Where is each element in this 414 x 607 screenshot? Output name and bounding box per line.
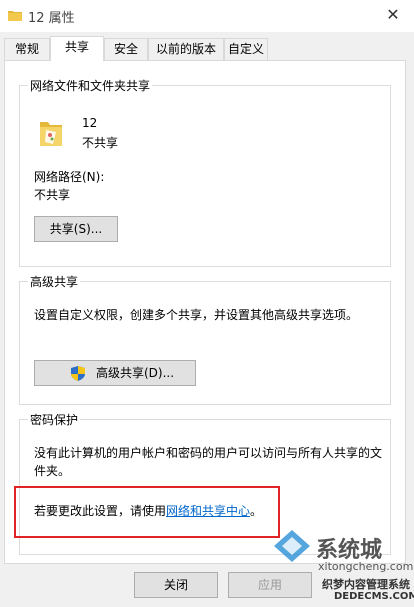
change-setting-prefix: 若要更改此设置，请使用: [34, 504, 167, 518]
network-sharing-center-link[interactable]: 网络和共享中心: [166, 504, 250, 518]
tab-sharing[interactable]: 共享: [50, 36, 104, 61]
tab-general[interactable]: 常规: [4, 38, 50, 60]
network-sharing-heading: 网络文件和文件夹共享: [28, 77, 153, 94]
item-share-status: 不共享: [82, 136, 119, 150]
password-protection-heading: 密码保护: [28, 411, 81, 428]
brand-logo-icon: [274, 530, 310, 562]
item-name: 12: [82, 116, 98, 130]
password-description-line2: 件夹。: [34, 464, 71, 478]
network-path-label: 网络路径(N):: [34, 170, 105, 184]
advanced-sharing-button-label: 高级共享(D)...: [95, 366, 175, 380]
tab-previous-versions[interactable]: 以前的版本: [148, 38, 224, 60]
password-description-line1: 没有此计算机的用户帐户和密码的用户可以访问与所有人共享的文: [34, 446, 383, 460]
window-title: 12 属性: [28, 11, 75, 26]
folder-icon: [40, 122, 62, 146]
change-setting-text: 若要更改此设置，请使用网络和共享中心。: [34, 502, 262, 519]
close-button[interactable]: 关闭: [134, 572, 218, 598]
tab-security[interactable]: 安全: [104, 38, 148, 60]
advanced-sharing-description: 设置自定义权限，创建多个共享，并设置其他高级共享选项。: [34, 308, 359, 322]
advanced-sharing-group: 高级共享 设置自定义权限，创建多个共享，并设置其他高级共享选项。 高级共享(D)…: [19, 273, 391, 405]
network-sharing-group: 网络文件和文件夹共享 12 不共享 网络路径(N): 不共享 共享(S)...: [19, 77, 391, 267]
dialog-body: 常规 共享 安全 以前的版本 自定义 网络文件和文件夹共享 12 不共享 网络路…: [0, 32, 414, 607]
advanced-sharing-button[interactable]: 高级共享(D)...: [34, 360, 196, 386]
change-setting-suffix: 。: [250, 504, 263, 518]
network-path-value: 不共享: [34, 188, 71, 202]
watermark: 系统城 xitongcheng.com 织梦内容管理系统 DEDECMS.COM: [250, 526, 414, 607]
title-bar: 12 属性 ✕: [0, 0, 414, 32]
sharing-panel: 网络文件和文件夹共享 12 不共享 网络路径(N): 不共享 共享(S)... …: [4, 60, 406, 564]
watermark-overlay-name: 织梦内容管理系统: [322, 578, 410, 591]
uac-shield-icon: [71, 366, 85, 381]
share-button[interactable]: 共享(S)...: [34, 216, 118, 242]
close-window-button[interactable]: ✕: [382, 4, 404, 26]
watermark-overlay-url: DEDECMS.COM: [334, 591, 414, 602]
folder-icon: [8, 11, 22, 21]
tab-customize[interactable]: 自定义: [224, 38, 268, 60]
advanced-sharing-heading: 高级共享: [28, 273, 81, 290]
watermark-site: xitongcheng.com: [318, 560, 414, 573]
